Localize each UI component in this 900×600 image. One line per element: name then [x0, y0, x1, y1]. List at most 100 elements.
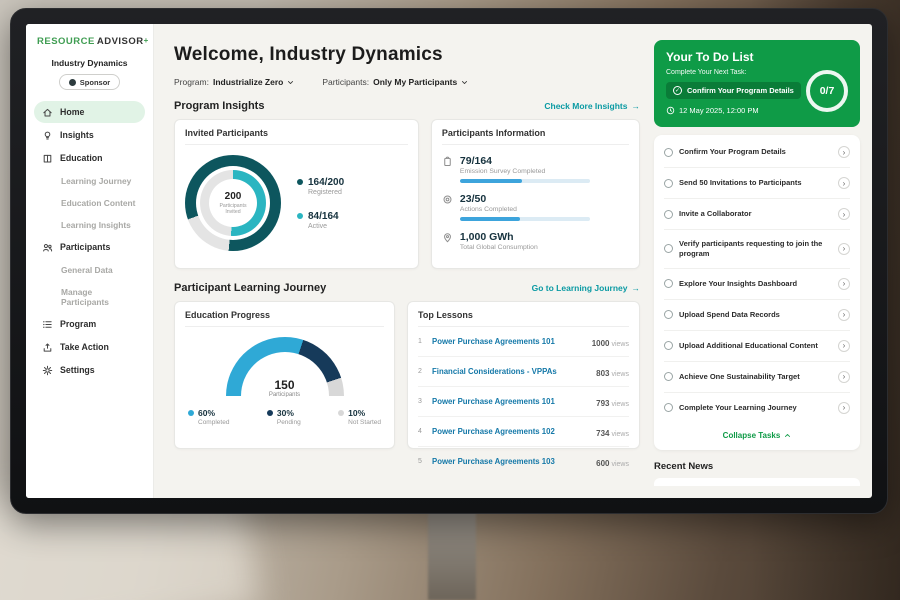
sidebar-item-home[interactable]: Home: [34, 101, 145, 123]
lesson-link[interactable]: Financial Considerations - VPPAs: [432, 367, 590, 376]
task-checkbox[interactable]: [664, 372, 673, 381]
sidebar-item-label: Learning Journey: [61, 176, 131, 186]
program-filter[interactable]: Program: Industrialize Zero: [174, 77, 294, 87]
todo-progress-ring: 0/7: [806, 70, 848, 112]
participants-icon: [42, 242, 53, 253]
program-filter-label: Program:: [174, 77, 209, 87]
top-lessons-card: Top Lessons 1 Power Purchase Agreements …: [407, 301, 640, 449]
sidebar-nav: Home Insights Education Learning Journey…: [34, 100, 145, 382]
lesson-row[interactable]: 4 Power Purchase Agreements 102 734views: [418, 417, 629, 447]
home-icon: [42, 107, 53, 118]
task-checkbox[interactable]: [664, 148, 673, 157]
chevron-right-icon[interactable]: ›: [838, 340, 850, 352]
todo-tasks-card: Confirm Your Program Details › Send 50 I…: [654, 135, 860, 450]
legend-item-registered: 164/200 Registered: [297, 177, 344, 196]
invited-donut-inner: 200 Participants Invited: [200, 170, 266, 236]
lesson-link[interactable]: Power Purchase Agreements 102: [432, 427, 590, 436]
task-row[interactable]: Send 50 Invitations to Participants ›: [664, 168, 850, 199]
chevron-down-icon: [461, 79, 468, 86]
task-row[interactable]: Upload Additional Educational Content ›: [664, 331, 850, 362]
chevron-right-icon[interactable]: ›: [838, 278, 850, 290]
sidebar-item-settings[interactable]: Settings: [34, 359, 145, 381]
participants-filter-value: Only My Participants: [373, 77, 457, 87]
app-logo: RESOURCEADVISOR+: [34, 36, 145, 47]
todo-summary-card: Your To Do List Complete Your Next Task:…: [654, 40, 860, 127]
chevron-right-icon[interactable]: ›: [838, 243, 850, 255]
task-checkbox[interactable]: [664, 279, 673, 288]
invited-donut-outer: 200 Participants Invited: [185, 155, 281, 251]
main-content: Welcome, Industry Dynamics Program: Indu…: [154, 24, 654, 498]
task-checkbox[interactable]: [664, 244, 673, 253]
task-checkbox[interactable]: [664, 210, 673, 219]
collapse-tasks-link[interactable]: Collapse Tasks: [664, 423, 850, 446]
task-row[interactable]: Achieve One Sustainability Target ›: [664, 362, 850, 393]
task-row[interactable]: Verify participants requesting to join t…: [664, 230, 850, 269]
legend-dot: [267, 410, 273, 416]
lesson-row[interactable]: 1 Power Purchase Agreements 101 1000view…: [418, 327, 629, 357]
actions-icon: [442, 194, 453, 205]
task-checkbox[interactable]: [664, 403, 673, 412]
lesson-row[interactable]: 5 Power Purchase Agreements 103 600views: [418, 447, 629, 476]
task-checkbox[interactable]: [664, 341, 673, 350]
sidebar-item-take-action[interactable]: Take Action: [34, 336, 145, 358]
sidebar-item-participants[interactable]: Participants: [34, 236, 145, 258]
sidebar-item-general-data[interactable]: General Data: [34, 259, 145, 280]
task-row[interactable]: Upload Spend Data Records ›: [664, 300, 850, 331]
participants-filter[interactable]: Participants: Only My Participants: [322, 77, 468, 87]
card-title: Top Lessons: [418, 310, 629, 327]
task-checkbox[interactable]: [664, 179, 673, 188]
check-more-insights-link[interactable]: Check More Insights →: [544, 101, 640, 111]
monitor-bezel: RESOURCEADVISOR+ Industry Dynamics Spons…: [10, 8, 888, 514]
lesson-row[interactable]: 2 Financial Considerations - VPPAs 803vi…: [418, 357, 629, 387]
chevron-right-icon[interactable]: ›: [838, 309, 850, 321]
sidebar: RESOURCEADVISOR+ Industry Dynamics Spons…: [26, 24, 154, 498]
chevron-right-icon[interactable]: ›: [838, 402, 850, 414]
lesson-link[interactable]: Power Purchase Agreements 101: [432, 337, 586, 346]
org-name: Industry Dynamics: [34, 58, 145, 68]
dashboard-screen: RESOURCEADVISOR+ Industry Dynamics Spons…: [26, 24, 872, 498]
logo-resource: RESOURCE: [37, 36, 95, 47]
section-title-program-insights: Program Insights: [174, 100, 264, 112]
sidebar-item-label: Program: [60, 319, 96, 329]
task-row[interactable]: Complete Your Learning Journey ›: [664, 393, 850, 423]
lesson-row[interactable]: 3 Power Purchase Agreements 101 793views: [418, 387, 629, 417]
sidebar-item-learning-insights[interactable]: Learning Insights: [34, 214, 145, 235]
lesson-link[interactable]: Power Purchase Agreements 103: [432, 457, 590, 466]
chevron-down-icon: [287, 79, 294, 86]
consumption-pin-icon: [442, 232, 453, 243]
todo-title: Your To Do List: [666, 50, 848, 64]
chevron-right-icon[interactable]: ›: [838, 177, 850, 189]
monitor-stand: [428, 508, 476, 600]
task-checkbox[interactable]: [664, 310, 673, 319]
sidebar-item-learning-journey[interactable]: Learning Journey: [34, 170, 145, 191]
sponsor-label: Sponsor: [80, 78, 110, 87]
sidebar-item-education-content[interactable]: Education Content: [34, 192, 145, 213]
info-row-consumption: 1,000 GWh Total Global Consumption: [442, 231, 629, 251]
chevron-right-icon[interactable]: ›: [838, 371, 850, 383]
lesson-link[interactable]: Power Purchase Agreements 101: [432, 397, 590, 406]
sidebar-item-label: Learning Insights: [61, 220, 131, 230]
sidebar-item-program[interactable]: Program: [34, 313, 145, 335]
sponsor-icon: [69, 79, 76, 86]
info-row-survey: 79/164 Emission Survey Completed: [442, 155, 629, 183]
participants-filter-label: Participants:: [322, 77, 369, 87]
clock-icon: [666, 106, 675, 115]
survey-icon: [442, 156, 453, 167]
chevron-right-icon[interactable]: ›: [838, 146, 850, 158]
sidebar-item-label: Home: [60, 107, 84, 117]
legend-item-not-started: 10% Not Started: [338, 408, 381, 426]
sidebar-item-education[interactable]: Education: [34, 147, 145, 169]
task-row[interactable]: Invite a Collaborator ›: [664, 199, 850, 230]
sidebar-item-manage-participants[interactable]: Manage Participants: [34, 281, 145, 312]
task-row[interactable]: Explore Your Insights Dashboard ›: [664, 269, 850, 300]
go-to-learning-journey-link[interactable]: Go to Learning Journey →: [532, 283, 640, 293]
check-icon: ✓: [673, 86, 682, 95]
education-gauge-chart: 150 Participants: [226, 337, 344, 397]
arrow-right-icon: →: [632, 283, 641, 293]
legend-item-active: 84/164 Active: [297, 211, 344, 230]
sidebar-item-insights[interactable]: Insights: [34, 124, 145, 146]
next-task-chip[interactable]: ✓ Confirm Your Program Details: [666, 82, 801, 99]
task-row[interactable]: Confirm Your Program Details ›: [664, 137, 850, 168]
sponsor-badge[interactable]: Sponsor: [59, 74, 120, 90]
chevron-right-icon[interactable]: ›: [838, 208, 850, 220]
